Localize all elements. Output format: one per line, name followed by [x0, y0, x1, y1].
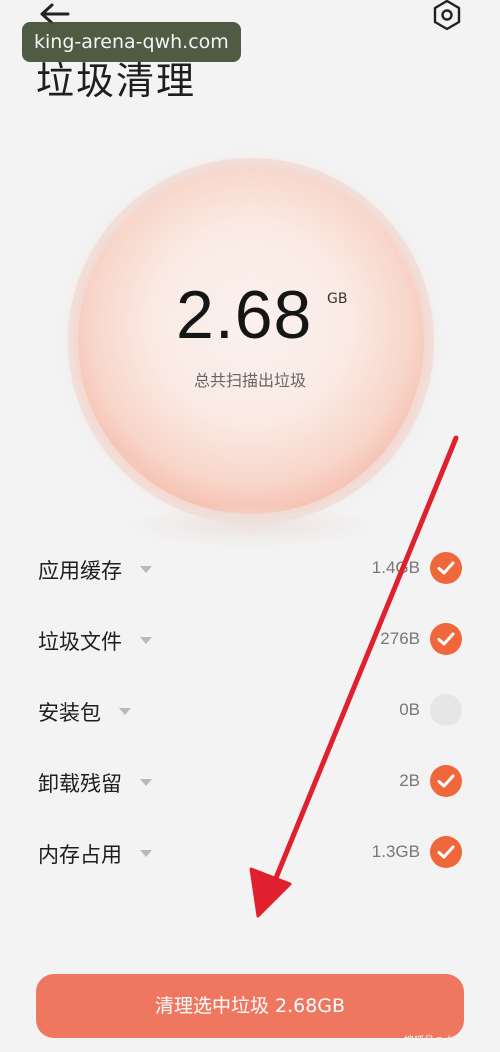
chevron-down-icon[interactable] [140, 850, 152, 857]
clean-selected-button[interactable]: 清理选中垃圾 2.68GB [36, 974, 464, 1038]
total-junk-value: 2.68 [176, 277, 313, 353]
junk-item-junk-files[interactable]: 垃圾文件 276B [0, 604, 500, 676]
chevron-down-icon[interactable] [119, 708, 131, 715]
junk-item-size: 0B [399, 700, 420, 719]
junk-item-install-packages[interactable]: 安装包 0B [0, 675, 500, 747]
checkbox-checked-icon[interactable] [430, 765, 462, 797]
settings-button[interactable] [430, 0, 464, 34]
chevron-down-icon[interactable] [140, 779, 152, 786]
junk-item-app-cache[interactable]: 应用缓存 1.4GB [0, 533, 500, 605]
gear-icon [433, 0, 461, 31]
checkbox-checked-icon[interactable] [430, 836, 462, 868]
total-junk-caption: 总共扫描出垃圾 [193, 371, 306, 390]
junk-item-size: 276B [380, 629, 420, 648]
junk-item-label: 卸载残留 [38, 772, 122, 796]
junk-item-label: 垃圾文件 [38, 630, 122, 654]
watermark-footer: 搜狐号@小段爱分享 [404, 1036, 494, 1047]
junk-item-label: 内存占用 [38, 843, 122, 867]
checkbox-unchecked-icon[interactable] [430, 694, 462, 726]
junk-item-size: 1.4GB [371, 558, 420, 577]
junk-item-uninstall-residue[interactable]: 卸载残留 2B [0, 746, 500, 818]
junk-item-size: 1.3GB [371, 842, 420, 861]
junk-item-label: 应用缓存 [38, 559, 122, 583]
junk-item-memory-usage[interactable]: 内存占用 1.3GB [0, 817, 500, 889]
chevron-down-icon[interactable] [140, 566, 152, 573]
junk-item-label: 安装包 [38, 701, 101, 725]
checkbox-checked-icon[interactable] [430, 623, 462, 655]
chevron-down-icon[interactable] [140, 637, 152, 644]
total-junk-unit: GB [327, 291, 348, 307]
checkbox-checked-icon[interactable] [430, 552, 462, 584]
junk-item-size: 2B [399, 771, 420, 790]
watermark-label: king-arena-qwh.com [22, 22, 241, 62]
